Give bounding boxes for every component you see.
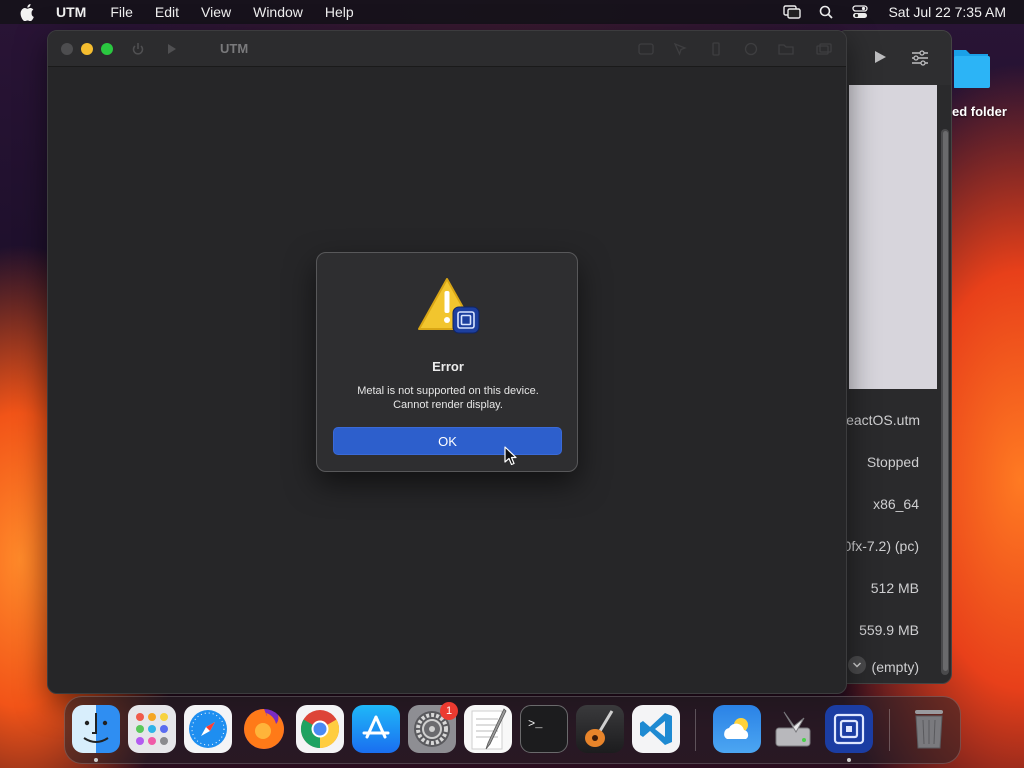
dock-separator: [695, 709, 696, 751]
spotlight-search-icon[interactable]: [816, 4, 836, 20]
keyboard-icon[interactable]: [638, 41, 654, 57]
finder-running-indicator: [94, 758, 98, 762]
warning-utm-icon: [417, 277, 481, 337]
weather-icon[interactable]: [713, 705, 761, 753]
menu-app-name[interactable]: UTM: [56, 4, 86, 20]
app-store-icon[interactable]: [352, 705, 400, 753]
window-title: UTM: [220, 41, 249, 56]
vm-status-value: Stopped: [866, 454, 919, 470]
shared-folder-icon[interactable]: [778, 41, 794, 57]
utm-icon[interactable]: [825, 705, 873, 753]
play-icon[interactable]: [164, 41, 180, 57]
alert-message-line-2: Cannot render display.: [393, 399, 503, 411]
desktop-folder-label[interactable]: ed folder: [952, 104, 1007, 119]
menu-view[interactable]: View: [201, 4, 231, 20]
textedit-icon[interactable]: [464, 705, 512, 753]
mouse-cursor-icon: [504, 446, 518, 466]
vm-cd-value[interactable]: (empty): [872, 659, 919, 675]
menu-edit[interactable]: Edit: [155, 4, 179, 20]
control-center-icon[interactable]: [850, 4, 870, 20]
screen-mirroring-icon[interactable]: [782, 4, 802, 20]
window-zoom-button[interactable]: [101, 43, 113, 55]
error-alert-dialog: Error Metal is not supported on this dev…: [316, 252, 578, 472]
vm-machine-value: 0fx-7.2) (pc): [843, 538, 919, 554]
dock-separator: [889, 709, 890, 751]
menu-clock[interactable]: Sat Jul 22 7:35 AM: [888, 4, 1006, 20]
alert-message: Metal is not supported on this device. C…: [327, 384, 569, 412]
ok-button[interactable]: OK: [333, 427, 562, 455]
window-close-button[interactable]: [61, 43, 73, 55]
garageband-icon[interactable]: [576, 705, 624, 753]
power-icon[interactable]: [130, 41, 146, 57]
drive-icon[interactable]: [743, 41, 759, 57]
disk-utility-icon[interactable]: [769, 705, 817, 753]
dock: >_: [64, 696, 961, 764]
finder-icon[interactable]: [72, 705, 120, 753]
menu-help[interactable]: Help: [325, 4, 354, 20]
vscode-icon[interactable]: [632, 705, 680, 753]
desktop-folder-icon[interactable]: [952, 46, 990, 90]
vm-architecture-value: x86_64: [873, 496, 919, 512]
vm-name-value: eactOS.utm: [846, 412, 920, 428]
window-minimize-button[interactable]: [81, 43, 93, 55]
play-icon[interactable]: [873, 50, 887, 69]
alert-title: Error: [432, 359, 464, 374]
vm-preview-screen: [849, 85, 937, 389]
settings-sliders-icon[interactable]: [911, 50, 929, 71]
system-settings-notification-badge: 1: [440, 702, 458, 720]
usb-icon[interactable]: [708, 41, 724, 57]
terminal-icon[interactable]: >_: [520, 705, 568, 753]
safari-icon[interactable]: [184, 705, 232, 753]
vm-memory-value: 512 MB: [870, 580, 919, 596]
svg-text:>_: >_: [528, 717, 543, 731]
utm-running-indicator: [847, 758, 851, 762]
menu-window[interactable]: Window: [253, 4, 303, 20]
trash-icon[interactable]: [905, 705, 953, 753]
main-window-toolbar: [837, 31, 951, 85]
firefox-icon[interactable]: [240, 705, 288, 753]
capture-mouse-icon[interactable]: [672, 41, 688, 57]
details-scrollbar-thumb[interactable]: [943, 131, 948, 671]
launchpad-icon[interactable]: [128, 705, 176, 753]
vm-size-value: 559.9 MB: [859, 622, 919, 638]
cd-dropdown-button[interactable]: [848, 656, 866, 674]
menu-bar: UTM File Edit View Window Help Sat Jul 2…: [0, 0, 1024, 24]
chrome-icon[interactable]: [296, 705, 344, 753]
window-titlebar: UTM: [48, 31, 846, 67]
menu-file[interactable]: File: [110, 4, 133, 20]
apple-menu-icon[interactable]: [18, 2, 38, 22]
alert-message-line-1: Metal is not supported on this device.: [357, 385, 539, 397]
windows-icon[interactable]: [816, 41, 832, 57]
chevron-down-icon: [852, 662, 862, 668]
